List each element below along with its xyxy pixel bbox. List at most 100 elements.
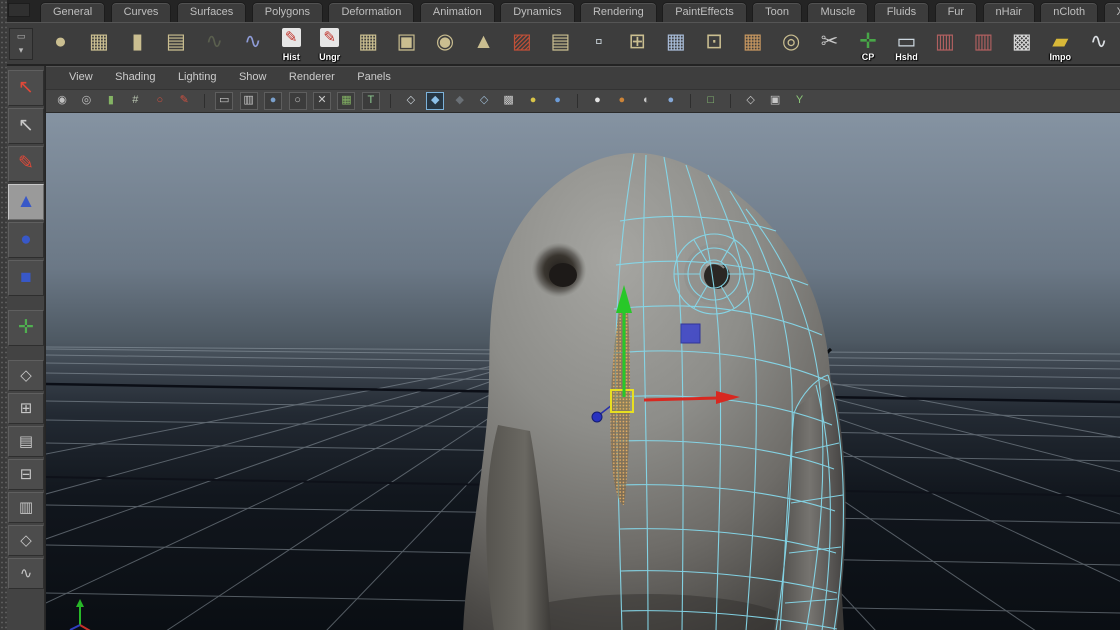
smooth-shade-icon[interactable]: ◆ bbox=[426, 92, 444, 110]
layout-persp-graph[interactable]: ⊟ bbox=[8, 459, 44, 490]
tab-rendering[interactable]: Rendering bbox=[580, 2, 657, 22]
menu-view[interactable]: View bbox=[60, 67, 102, 83]
lattice-delete-icon[interactable]: ⊞ bbox=[621, 25, 654, 63]
menu-lighting[interactable]: Lighting bbox=[169, 67, 226, 83]
grid-display-icon[interactable]: # bbox=[126, 92, 144, 110]
tab-painteffects[interactable]: PaintEffects bbox=[662, 2, 747, 22]
gate-mask-icon[interactable]: ● bbox=[264, 92, 282, 110]
paint-region-icon[interactable]: ✎ bbox=[175, 92, 193, 110]
tab-deformation[interactable]: Deformation bbox=[328, 2, 414, 22]
bridge-icon[interactable]: ▦ bbox=[736, 25, 769, 63]
tab-fur[interactable]: Fur bbox=[935, 2, 978, 22]
render-settings-icon[interactable]: ▩ bbox=[1005, 25, 1038, 63]
combine-icon[interactable]: ▦ bbox=[352, 25, 385, 63]
default-light-icon[interactable]: ● bbox=[524, 92, 542, 110]
field-chart-icon[interactable]: ○ bbox=[289, 92, 307, 110]
tab-dynamics[interactable]: Dynamics bbox=[500, 2, 574, 22]
xray-active-components-icon[interactable]: ▣ bbox=[766, 92, 784, 110]
safe-action-icon[interactable]: ✕ bbox=[313, 92, 331, 110]
shadows-icon[interactable]: ● bbox=[588, 92, 606, 110]
poly-cube-icon[interactable]: ▦ bbox=[82, 25, 115, 63]
tab-nhair[interactable]: nHair bbox=[983, 2, 1035, 22]
select-camera-icon[interactable]: ◉ bbox=[53, 92, 71, 110]
reduce-icon[interactable]: ▲ bbox=[467, 25, 500, 63]
center-pivot-icon[interactable]: ✛ CP bbox=[852, 25, 885, 63]
menu-panels[interactable]: Panels bbox=[348, 67, 400, 83]
wireframe-on-shaded-icon[interactable]: ◇ bbox=[475, 92, 493, 110]
textured-display-icon[interactable]: ◆ bbox=[451, 92, 469, 110]
delete-history-icon[interactable]: ✎ Hist bbox=[275, 25, 308, 63]
poly-plane-icon[interactable]: ▤ bbox=[159, 25, 192, 63]
tab-surfaces[interactable]: Surfaces bbox=[177, 2, 246, 22]
helix-icon[interactable]: ∿ bbox=[198, 25, 231, 63]
checker-display-icon[interactable]: ▩ bbox=[500, 92, 518, 110]
menu-show[interactable]: Show bbox=[230, 67, 276, 83]
rotate-tool[interactable]: ● bbox=[8, 222, 44, 258]
lasso-curve-icon[interactable]: ∿ bbox=[1082, 25, 1115, 63]
batch-render-icon[interactable]: ▥ bbox=[967, 25, 1000, 63]
manipulator-x-shaft[interactable] bbox=[644, 398, 718, 400]
motion-blur-icon[interactable]: ◐ bbox=[637, 92, 655, 110]
extract-faces-icon[interactable]: ▦ bbox=[659, 25, 692, 63]
mirror-geometry-icon[interactable]: ▫ bbox=[582, 25, 615, 63]
poly-cylinder-icon[interactable]: ▮ bbox=[121, 25, 154, 63]
scale-tool[interactable]: ■ bbox=[8, 260, 44, 296]
tab-toon[interactable]: Toon bbox=[752, 2, 802, 22]
zoom-region-icon[interactable]: ○ bbox=[151, 92, 169, 110]
tab-muscle[interactable]: Muscle bbox=[807, 2, 868, 22]
xray-joints-icon[interactable]: Y bbox=[791, 92, 809, 110]
circularize-icon[interactable]: ◎ bbox=[775, 25, 808, 63]
paint-select-tool[interactable]: ✎ bbox=[8, 146, 44, 182]
toolbox: ↖ ↖ ✎ ▲ ● ■ bbox=[7, 66, 45, 630]
menu-shading[interactable]: Shading bbox=[106, 67, 164, 83]
import-icon[interactable]: ▰ Impo bbox=[1044, 25, 1077, 63]
render-sequence-icon[interactable]: ▥ bbox=[928, 25, 961, 63]
triangulate-icon[interactable]: ▨ bbox=[505, 25, 538, 63]
wireframe-display-icon[interactable]: ◇ bbox=[402, 92, 420, 110]
all-lights-icon[interactable]: ● bbox=[549, 92, 567, 110]
tab-xgen[interactable]: XGen bbox=[1104, 2, 1120, 22]
layout-graph-editor[interactable]: ∿ bbox=[8, 558, 44, 589]
ungroup-icon[interactable]: ✎ Ungr bbox=[313, 25, 346, 63]
layout-hypershade-persp[interactable]: ▥ bbox=[8, 492, 44, 523]
manipulator-center-square[interactable] bbox=[611, 390, 633, 412]
depth-of-field-icon[interactable]: ● bbox=[662, 92, 680, 110]
cut-faces-icon[interactable]: ✂ bbox=[813, 25, 846, 63]
resolution-gate-icon[interactable]: ▥ bbox=[240, 92, 258, 110]
poly-sphere-icon[interactable]: ● bbox=[44, 25, 77, 63]
ep-curve-icon[interactable]: ∿ bbox=[236, 25, 269, 63]
extrude-icon[interactable]: ⊡ bbox=[698, 25, 731, 63]
bookmark-icon[interactable]: ▮ bbox=[102, 92, 120, 110]
menu-collapse-button[interactable] bbox=[8, 3, 30, 17]
shelf-menu-button[interactable]: ▭ ▾ bbox=[9, 28, 33, 60]
title-text-icon[interactable]: T bbox=[362, 92, 380, 110]
selected-face[interactable] bbox=[681, 324, 700, 343]
film-gate-icon[interactable]: ▭ bbox=[215, 92, 233, 110]
xray-icon[interactable]: ◇ bbox=[742, 92, 760, 110]
tab-ncloth[interactable]: nCloth bbox=[1040, 2, 1098, 22]
lasso-select-tool[interactable]: ↖ bbox=[8, 108, 44, 144]
layout-four-view[interactable]: ⊞ bbox=[8, 393, 44, 424]
quadrangulate-icon[interactable]: ▤ bbox=[544, 25, 577, 63]
menu-renderer[interactable]: Renderer bbox=[280, 67, 344, 83]
tab-animation[interactable]: Animation bbox=[420, 2, 495, 22]
hypershade-icon[interactable]: ▭ Hshd bbox=[890, 25, 923, 63]
camera-attributes-icon[interactable]: ◎ bbox=[77, 92, 95, 110]
tab-general[interactable]: General bbox=[40, 2, 105, 22]
scene-canvas[interactable] bbox=[46, 113, 1120, 630]
layout-persp-outliner[interactable]: ▤ bbox=[8, 426, 44, 457]
move-tool[interactable]: ▲ bbox=[8, 184, 44, 220]
layout-persp-uv[interactable]: ◇ bbox=[8, 525, 44, 556]
isolate-select-icon[interactable]: □ bbox=[702, 92, 720, 110]
smooth-icon[interactable]: ◉ bbox=[429, 25, 462, 63]
tab-polygons[interactable]: Polygons bbox=[252, 2, 323, 22]
occlusion-icon[interactable]: ● bbox=[613, 92, 631, 110]
layout-single-persp[interactable]: ◇ bbox=[8, 360, 44, 391]
manipulator-z-dot[interactable] bbox=[592, 412, 602, 422]
tab-fluids[interactable]: Fluids bbox=[874, 2, 929, 22]
safe-title-icon[interactable]: ▦ bbox=[337, 92, 355, 110]
universal-manipulator-tool[interactable]: ✛ bbox=[8, 310, 44, 346]
select-tool[interactable]: ↖ bbox=[8, 70, 44, 106]
booleans-icon[interactable]: ▣ bbox=[390, 25, 423, 63]
tab-curves[interactable]: Curves bbox=[111, 2, 172, 22]
